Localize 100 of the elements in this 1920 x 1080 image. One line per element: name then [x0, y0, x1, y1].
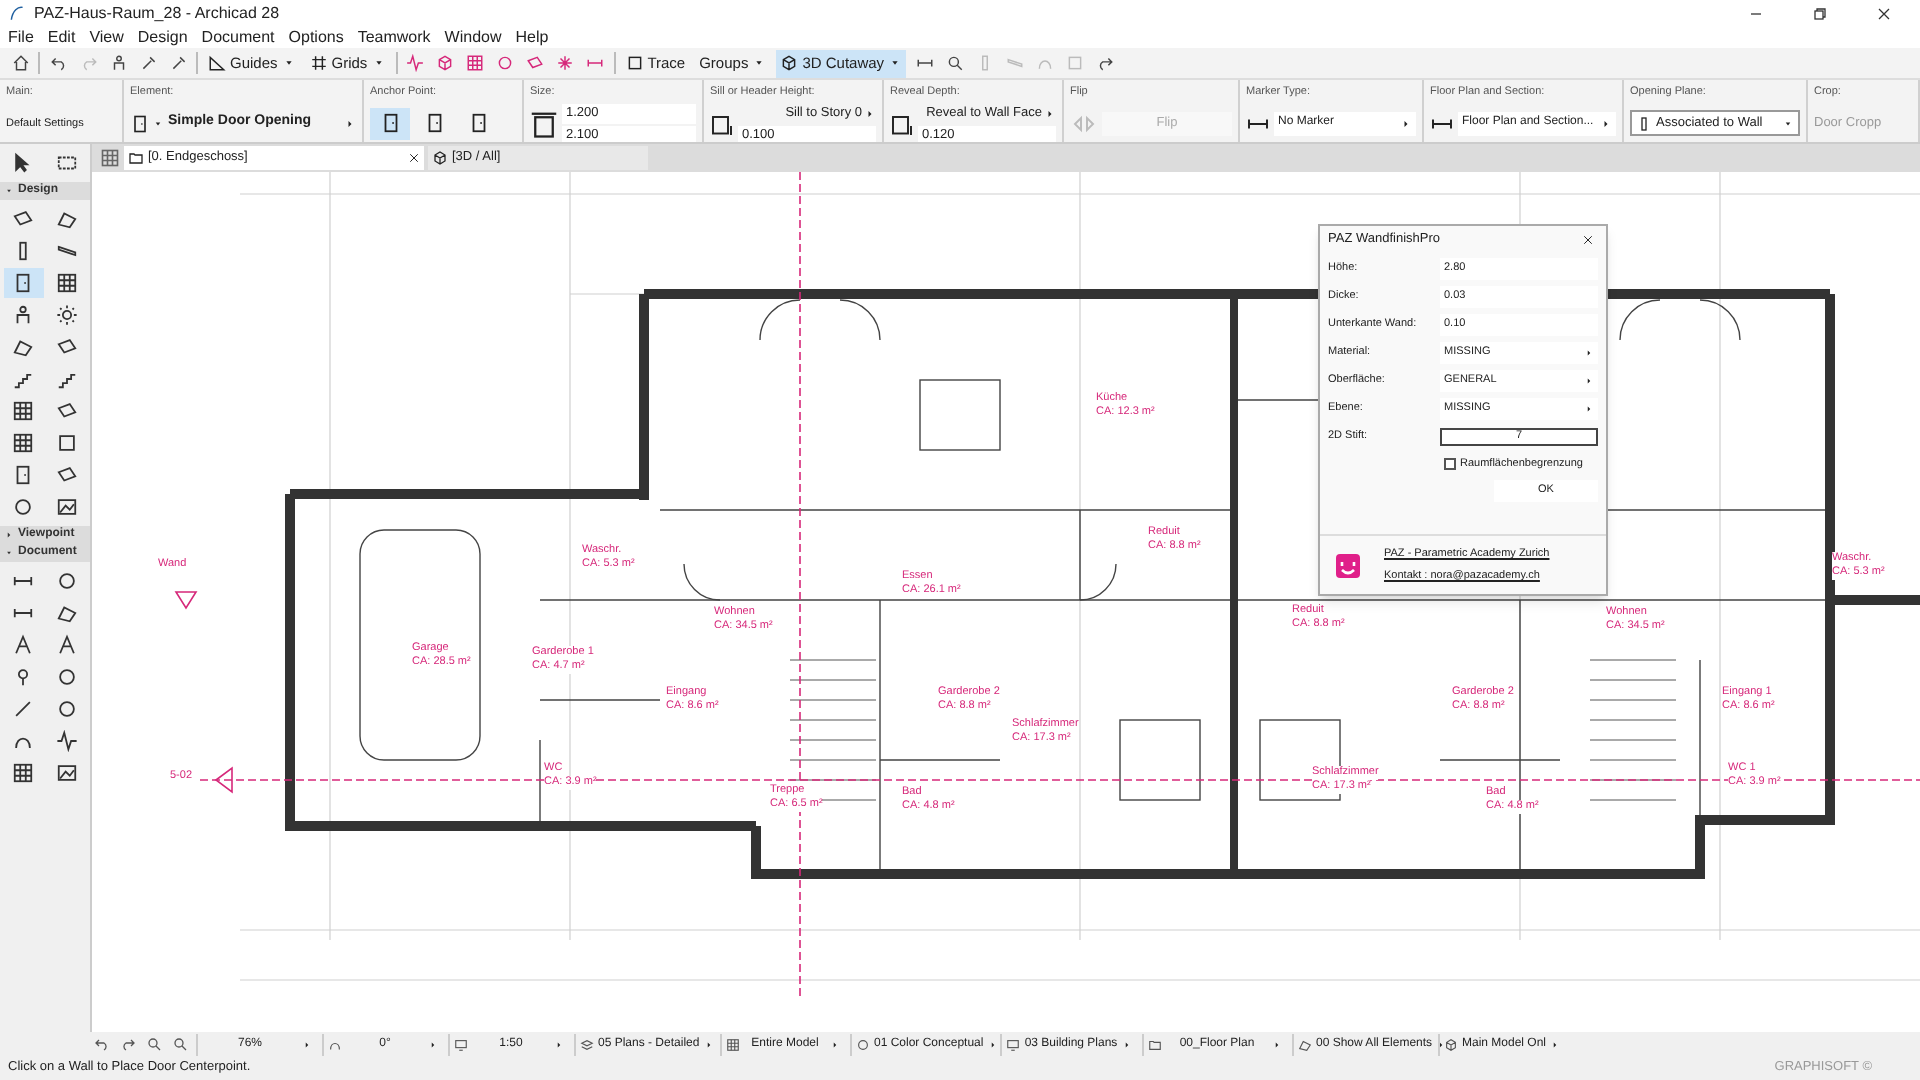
door-icon [467, 112, 489, 135]
caret-icon [344, 117, 356, 130]
figure-icon [12, 304, 35, 326]
circle-icon [55, 666, 78, 688]
toolbar-button[interactable] [553, 50, 578, 76]
cube-icon [432, 150, 448, 166]
tool-button[interactable] [4, 268, 43, 298]
caret-icon [1584, 348, 1594, 358]
grid-icon [726, 1037, 740, 1051]
redo-icon [79, 54, 97, 72]
monitor-icon [1006, 1037, 1020, 1051]
square-icon [625, 54, 644, 72]
smiley-logo-icon [1332, 549, 1364, 581]
column-icon [1636, 115, 1652, 132]
square-icon [1065, 54, 1084, 72]
menu-item[interactable]: Window [444, 25, 502, 49]
dimension-icon [586, 54, 605, 72]
layers-icon [580, 1037, 594, 1051]
toolbar-button[interactable] [463, 50, 488, 76]
grid-icon [100, 148, 120, 168]
caret-icon [703, 1039, 714, 1049]
line-icon [12, 698, 35, 720]
menu-item[interactable]: File [8, 25, 34, 49]
circle-icon [12, 496, 35, 518]
window-title: PAZ-Haus-Raum_28 - Archicad 28 [34, 1, 282, 25]
slab-icon [55, 336, 78, 358]
caret-icon [752, 56, 767, 70]
stairs-icon [12, 368, 35, 390]
stairs-icon [55, 368, 78, 390]
caret-icon [1436, 1039, 1447, 1049]
menu-item[interactable]: Edit [47, 25, 76, 49]
flip-icon [1070, 111, 1098, 136]
toolbar-button[interactable] [8, 50, 32, 76]
circle-icon [496, 54, 515, 72]
toolbar-button[interactable] [403, 50, 428, 76]
door-icon [423, 112, 445, 135]
grid-icon [55, 272, 78, 294]
cube-icon [436, 54, 455, 72]
caret-icon [281, 56, 296, 70]
menu-item[interactable]: Design [137, 25, 188, 49]
caret-icon [1584, 376, 1594, 386]
cube-icon [780, 54, 799, 72]
door-icon [12, 464, 35, 486]
arc-icon [328, 1037, 342, 1051]
star-icon [556, 54, 575, 72]
slab-icon [55, 400, 78, 422]
caret-icon [987, 1039, 998, 1049]
slab-icon [12, 208, 35, 230]
roof-icon [1298, 1037, 1312, 1051]
door-icon [379, 112, 401, 135]
door-selector[interactable] [130, 113, 164, 134]
navigation-button[interactable] [144, 1036, 164, 1052]
dimension-icon [915, 54, 934, 72]
zoom-icon [945, 54, 964, 72]
caret-icon [1400, 117, 1412, 130]
eyedropper-icon [139, 54, 157, 72]
caret-icon [302, 1039, 312, 1049]
caret-icon [1782, 117, 1794, 130]
menu-item[interactable]: Options [288, 25, 344, 49]
undo-icon [49, 54, 67, 72]
grid-icon [12, 432, 35, 454]
navigation-button[interactable] [118, 1036, 138, 1052]
caret-icon [1600, 117, 1612, 130]
navigation-button[interactable] [92, 1036, 112, 1052]
folder-icon [1148, 1037, 1162, 1051]
monitor-icon [454, 1037, 468, 1051]
menu-item[interactable]: Document [201, 25, 275, 49]
circle-icon [856, 1037, 870, 1051]
grid-icon [466, 54, 485, 72]
door-icon [130, 113, 150, 134]
circle-icon [55, 698, 78, 720]
undo-icon [94, 1036, 110, 1052]
redo-icon [120, 1036, 136, 1052]
square-icon [55, 432, 78, 454]
menu-item[interactable]: Help [515, 25, 549, 49]
checkbox[interactable] [1444, 458, 1456, 470]
grid-icon [12, 400, 35, 422]
menu-item[interactable]: View [89, 25, 124, 49]
caret-icon [830, 1039, 840, 1049]
arc-icon [1035, 54, 1054, 72]
caret-icon [888, 56, 903, 70]
text-icon [12, 634, 35, 656]
caret-icon [554, 1039, 564, 1049]
home-icon [11, 54, 29, 72]
text-icon [55, 634, 78, 656]
menu-item[interactable]: Teamwork [357, 25, 431, 49]
close-button[interactable] [1578, 230, 1598, 250]
navigation-button[interactable] [170, 1036, 190, 1052]
arrow-pointer-icon [12, 152, 35, 174]
triangle-ruler-icon [208, 54, 226, 72]
caret-icon [864, 108, 876, 121]
beam-icon [55, 240, 78, 262]
image-icon [55, 496, 78, 518]
caret-icon [152, 117, 164, 130]
close-icon [1876, 5, 1892, 21]
slab-icon [526, 54, 545, 72]
wave-icon [55, 730, 78, 752]
anchor-point-button[interactable] [370, 107, 410, 140]
caret-icon [1550, 1039, 1561, 1049]
caret-icon [4, 186, 14, 196]
